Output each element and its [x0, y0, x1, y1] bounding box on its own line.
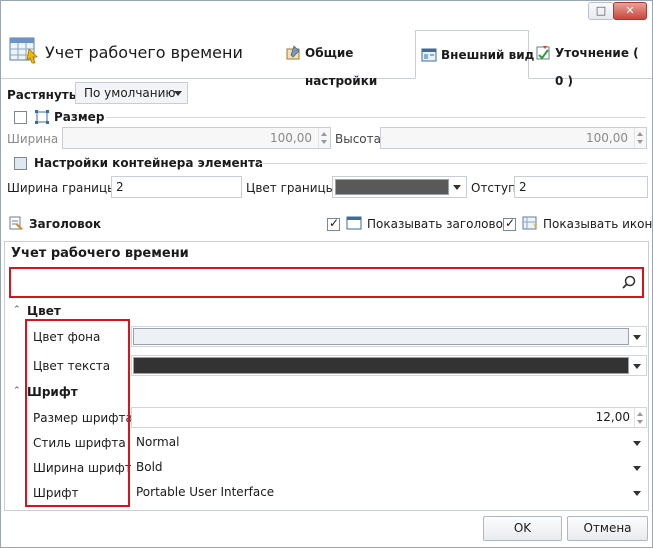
font-style-select[interactable]: Normal — [131, 432, 647, 453]
appearance-icon — [421, 48, 437, 62]
font-size-input[interactable]: 12,00 — [131, 407, 647, 428]
header-section-label: Заголовок — [29, 217, 102, 231]
table-icon — [522, 216, 537, 230]
chevron-down-icon — [633, 491, 641, 496]
show-header-label: Показывать заголовок — [367, 217, 511, 231]
height-input[interactable]: 100,00 — [380, 127, 647, 149]
width-value: 100,00 — [270, 131, 312, 145]
font-family-value: Portable User Interface — [136, 485, 275, 499]
title-bar: □ ✕ — [1, 1, 652, 23]
font-size-value: 12,00 — [595, 410, 630, 424]
labels-highlight-frame — [25, 319, 130, 507]
border-width-label: Ширина границы : — [7, 181, 125, 195]
tab-refine-label: Уточнение ( 0 ) — [555, 46, 639, 88]
chevron-down-icon — [633, 335, 641, 340]
font-size-spinner[interactable] — [634, 408, 646, 427]
resize-icon — [35, 110, 49, 124]
container-group-divider — [259, 163, 647, 164]
tab-appearance[interactable]: Внешний вид — [415, 30, 534, 79]
font-weight-value: Bold — [136, 460, 163, 474]
chevron-down-icon — [174, 91, 182, 96]
indent-input[interactable]: 2 — [514, 176, 648, 198]
bg-color-picker[interactable] — [131, 326, 647, 347]
chevron-down-icon — [453, 185, 461, 190]
tab-general-label: Общие настройки — [305, 46, 378, 88]
collapse-caret-icon[interactable]: ⌃ — [13, 305, 21, 315]
width-label: Ширина : — [7, 132, 67, 146]
font-style-value: Normal — [136, 435, 180, 449]
border-color-label: Цвет границы : — [246, 181, 343, 195]
stretch-select[interactable]: По умолчанию — [75, 82, 188, 104]
tab-appearance-label: Внешний вид — [441, 48, 535, 62]
show-icon-label: Показывать иконку — [543, 217, 653, 231]
header-settings-icon — [9, 216, 23, 230]
tab-refine[interactable]: Уточнение ( 0 ) — [533, 39, 651, 88]
text-color-swatch — [133, 357, 629, 374]
size-group-divider — [106, 117, 646, 118]
dialog-title: Учет рабочего времени — [45, 43, 243, 62]
app-table-icon — [9, 37, 38, 64]
container-checkbox[interactable] — [14, 157, 27, 170]
ok-button[interactable]: OK — [483, 516, 562, 541]
text-color-picker[interactable] — [131, 355, 647, 376]
chevron-down-icon — [633, 466, 641, 471]
bg-color-swatch — [133, 328, 629, 345]
close-button[interactable]: ✕ — [613, 2, 647, 20]
border-width-input[interactable]: 2 — [111, 176, 242, 198]
border-color-swatch — [335, 179, 449, 195]
dialog-header: Учет рабочего времени Общие настройки Вн… — [1, 23, 652, 88]
stretch-label: Растянуть : — [7, 88, 86, 102]
property-search-input[interactable] — [9, 267, 644, 298]
border-color-picker[interactable] — [332, 176, 467, 198]
refine-icon — [536, 46, 550, 60]
show-icon-checkbox[interactable] — [503, 216, 516, 231]
tab-general-settings[interactable]: Общие настройки — [283, 39, 413, 88]
width-spinner[interactable] — [318, 128, 330, 148]
dialog-window: □ ✕ Учет рабочего времени Общие настройк… — [0, 0, 653, 548]
search-icon[interactable] — [622, 275, 636, 289]
chevron-down-icon — [633, 441, 641, 446]
collapse-caret-icon[interactable]: ⌃ — [13, 386, 21, 396]
cancel-button[interactable]: Отмена — [567, 516, 648, 541]
indent-value: 2 — [519, 180, 527, 194]
border-width-value: 2 — [116, 180, 124, 194]
container-group-header: Настройки контейнера элемента — [34, 156, 263, 170]
window-header-icon — [346, 216, 362, 230]
font-family-select[interactable]: Portable User Interface — [131, 482, 647, 503]
size-checkbox[interactable] — [14, 111, 27, 124]
stretch-value: По умолчанию — [84, 86, 176, 100]
panel-title: Учет рабочего времени — [11, 246, 189, 261]
category-color-label: Цвет — [27, 304, 61, 318]
height-spinner[interactable] — [634, 128, 646, 148]
minimize-button[interactable]: □ — [588, 2, 614, 20]
width-input[interactable]: 100,00 — [62, 127, 331, 149]
show-header-checkbox[interactable] — [327, 216, 340, 231]
height-value: 100,00 — [586, 131, 628, 145]
size-group-header: Размер — [54, 110, 105, 124]
font-weight-select[interactable]: Bold — [131, 457, 647, 478]
general-settings-icon — [286, 45, 300, 60]
chevron-down-icon — [633, 364, 641, 369]
